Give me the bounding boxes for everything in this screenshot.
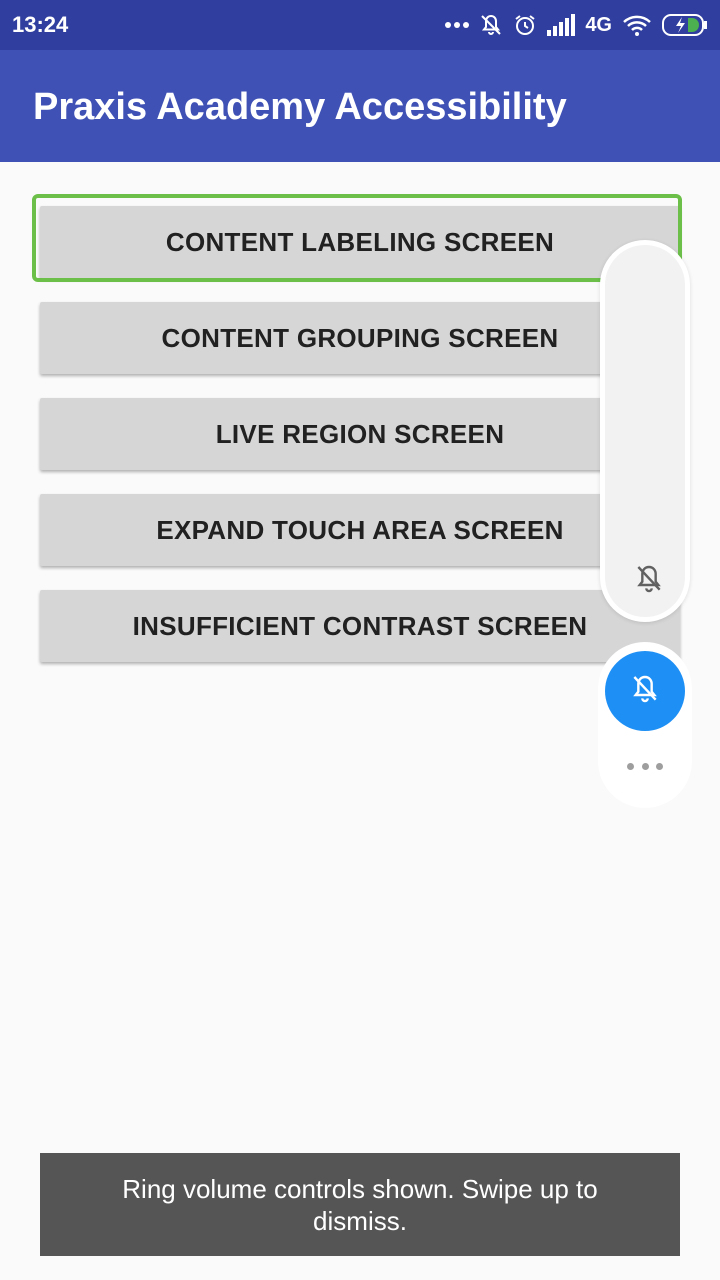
toast-text: Ring volume controls shown. Swipe up to … — [122, 1173, 598, 1236]
button-label: LIVE REGION SCREEN — [215, 418, 505, 449]
signal-icon — [547, 14, 576, 36]
live-region-button[interactable]: LIVE REGION SCREEN — [40, 398, 680, 470]
button-label: CONTENT GROUPING SCREEN — [161, 322, 559, 353]
alarm-icon — [513, 13, 537, 37]
insufficient-contrast-button[interactable]: INSUFFICIENT CONTRAST SCREEN — [40, 590, 680, 662]
button-label: CONTENT LABELING SCREEN — [165, 226, 555, 257]
app-title: Praxis Academy Accessibility — [33, 86, 567, 128]
more-options-icon[interactable] — [627, 760, 663, 772]
battery-charging-icon — [662, 14, 708, 36]
more-dots-icon — [445, 21, 470, 29]
status-time: 13:24 — [12, 12, 69, 37]
toast-message: Ring volume controls shown. Swipe up to … — [40, 1153, 680, 1256]
network-type: 4G — [585, 13, 612, 36]
bell-off-icon[interactable] — [633, 563, 665, 595]
volume-slider[interactable] — [600, 240, 690, 622]
button-label: EXPAND TOUCH AREA SCREEN — [156, 514, 564, 545]
status-bar: 13:24 4G — [0, 0, 720, 50]
content-labeling-button[interactable]: CONTENT LABELING SCREEN — [40, 206, 680, 278]
ring-mode-panel — [598, 642, 692, 808]
bell-off-icon — [629, 673, 661, 710]
button-label: INSUFFICIENT CONTRAST SCREEN — [132, 610, 588, 641]
content-grouping-button[interactable]: CONTENT GROUPING SCREEN — [40, 302, 680, 374]
notifications-off-icon — [479, 13, 503, 37]
expand-touch-area-button[interactable]: EXPAND TOUCH AREA SCREEN — [40, 494, 680, 566]
app-bar: Praxis Academy Accessibility — [0, 50, 720, 162]
wifi-icon — [622, 14, 652, 36]
status-icons: 4G — [445, 10, 708, 40]
ring-mute-button[interactable] — [605, 651, 685, 731]
